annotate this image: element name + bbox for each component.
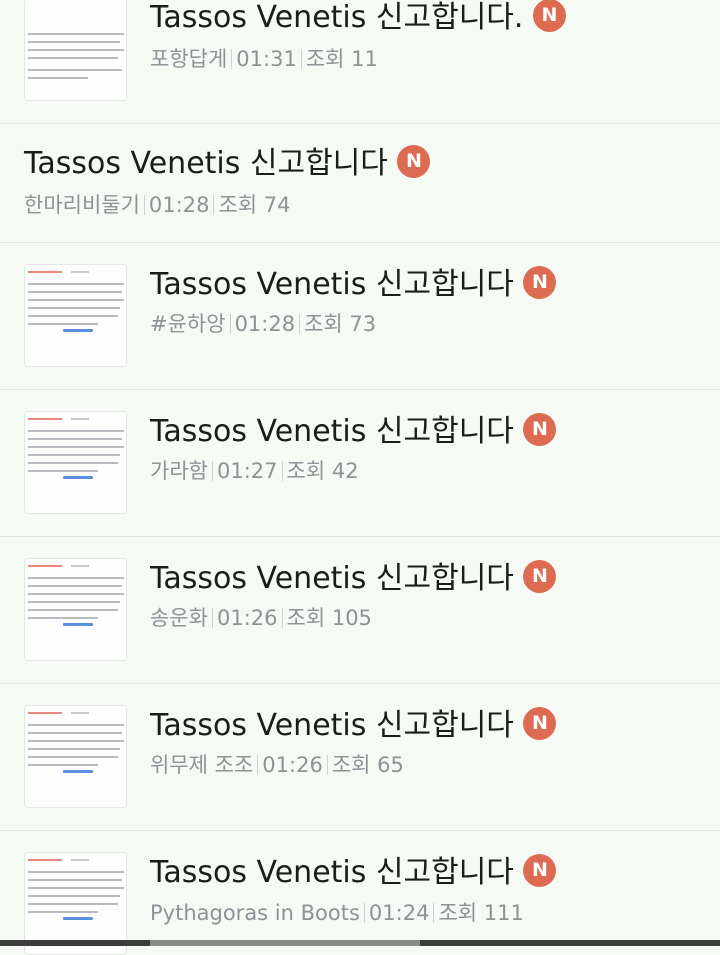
post-meta: 한마리비둘기 01:28 조회 74	[24, 195, 291, 216]
post-title-text: Tassos Venetis 신고합니다	[150, 267, 524, 302]
scrollbar-thumb[interactable]	[150, 940, 420, 946]
separator	[229, 314, 231, 334]
new-badge-icon: N	[523, 854, 557, 887]
post-time: 01:26	[216, 606, 278, 630]
views-label: 조회	[304, 312, 343, 336]
new-badge-icon: N	[523, 560, 557, 593]
separator	[299, 314, 301, 334]
views-label: 조회	[286, 459, 326, 483]
post-author[interactable]: #윤하앙	[150, 312, 226, 336]
post-title[interactable]: Tassos Venetis 신고합니다 N	[150, 266, 557, 302]
post-title[interactable]: Tassos Venetis 신고합니다 N	[150, 707, 557, 743]
views-label: 조회	[438, 901, 478, 925]
post-meta: Pythagoras in Boots 01:24 조회 111	[150, 903, 524, 924]
post-time: 01:26	[262, 753, 323, 777]
views-label: 조회	[305, 47, 345, 71]
post-thumbnail[interactable]	[24, 411, 127, 514]
post-time: 01:24	[368, 901, 430, 925]
views-count: 74	[263, 193, 291, 217]
separator	[300, 49, 302, 69]
separator	[211, 461, 213, 481]
post-list: Tassos Venetis 신고합니다. N 포항답게 01:31 조회 11 T…	[0, 0, 720, 955]
views-label: 조회	[218, 193, 258, 217]
post-title-text: Tassos Venetis 신고합니다.	[150, 0, 524, 35]
separator	[326, 755, 328, 775]
post-title[interactable]: Tassos Venetis 신고합니다 N	[150, 854, 557, 890]
post-meta: 가라함 01:27 조회 42	[150, 461, 359, 482]
post-item[interactable]: Tassos Venetis 신고합니다 N Pythagoras in Boo…	[0, 831, 720, 955]
post-meta: 송운화 01:26 조회 105	[150, 608, 372, 629]
post-item[interactable]: Tassos Venetis 신고합니다. N 포항답게 01:31 조회 11	[0, 0, 720, 124]
post-title-text: Tassos Venetis 신고합니다	[150, 414, 514, 449]
post-thumbnail[interactable]	[24, 705, 127, 808]
views-count: 11	[351, 47, 378, 71]
separator	[281, 608, 283, 628]
post-author[interactable]: Pythagoras in Boots	[150, 901, 360, 925]
separator	[433, 903, 435, 923]
post-time: 01:28	[148, 193, 210, 217]
post-title[interactable]: Tassos Venetis 신고합니다 N	[150, 560, 557, 596]
separator	[211, 608, 213, 628]
new-badge-icon: N	[533, 0, 566, 32]
post-title-text: Tassos Venetis 신고합니다	[150, 708, 524, 743]
post-time: 01:31	[236, 47, 297, 71]
views-count: 111	[483, 901, 524, 925]
post-item[interactable]: Tassos Venetis 신고합니다 N #윤하앙 01:28 조회 73	[0, 243, 720, 390]
horizontal-scrollbar[interactable]	[0, 940, 720, 946]
post-thumbnail[interactable]	[24, 0, 127, 101]
post-meta: #윤하앙 01:28 조회 73	[150, 314, 376, 335]
post-meta: 포항답게 01:31 조회 11	[150, 49, 378, 70]
separator	[363, 903, 365, 923]
separator	[143, 195, 145, 215]
post-item[interactable]: Tassos Venetis 신고합니다 N 한마리비둘기 01:28 조회 74	[0, 124, 720, 243]
post-title[interactable]: Tassos Venetis 신고합니다 N	[150, 413, 557, 449]
views-count: 73	[349, 312, 377, 336]
separator	[213, 195, 215, 215]
post-title-text: Tassos Venetis 신고합니다	[24, 146, 388, 181]
views-count: 65	[377, 753, 404, 777]
new-badge-icon: N	[523, 413, 557, 446]
post-author[interactable]: 한마리비둘기	[24, 193, 140, 217]
post-meta: 위무제 조조 01:26 조회 65	[150, 755, 404, 776]
post-title[interactable]: Tassos Venetis 신고합니다. N	[150, 0, 566, 35]
views-count: 42	[331, 459, 359, 483]
views-label: 조회	[331, 753, 371, 777]
post-thumbnail[interactable]	[24, 264, 127, 367]
post-item[interactable]: Tassos Venetis 신고합니다 N 송운화 01:26 조회 105	[0, 537, 720, 684]
views-label: 조회	[286, 606, 326, 630]
new-badge-icon: N	[397, 145, 431, 178]
separator	[231, 49, 233, 69]
post-item[interactable]: Tassos Venetis 신고합니다 N 위무제 조조 01:26 조회 65	[0, 684, 720, 831]
views-count: 105	[331, 606, 372, 630]
post-author[interactable]: 가라함	[150, 459, 208, 483]
post-item[interactable]: Tassos Venetis 신고합니다 N 가라함 01:27 조회 42	[0, 390, 720, 537]
post-title-text: Tassos Venetis 신고합니다	[150, 561, 514, 596]
post-title-text: Tassos Venetis 신고합니다	[150, 855, 514, 890]
post-author[interactable]: 포항답게	[150, 47, 227, 71]
post-author[interactable]: 위무제 조조	[150, 753, 253, 777]
post-time: 01:27	[216, 459, 278, 483]
separator	[281, 461, 283, 481]
new-badge-icon: N	[523, 707, 557, 740]
post-time: 01:28	[234, 312, 296, 336]
post-title[interactable]: Tassos Venetis 신고합니다 N	[24, 145, 431, 181]
post-thumbnail[interactable]	[24, 558, 127, 661]
new-badge-icon: N	[523, 266, 557, 299]
post-author[interactable]: 송운화	[150, 606, 208, 630]
separator	[257, 755, 259, 775]
